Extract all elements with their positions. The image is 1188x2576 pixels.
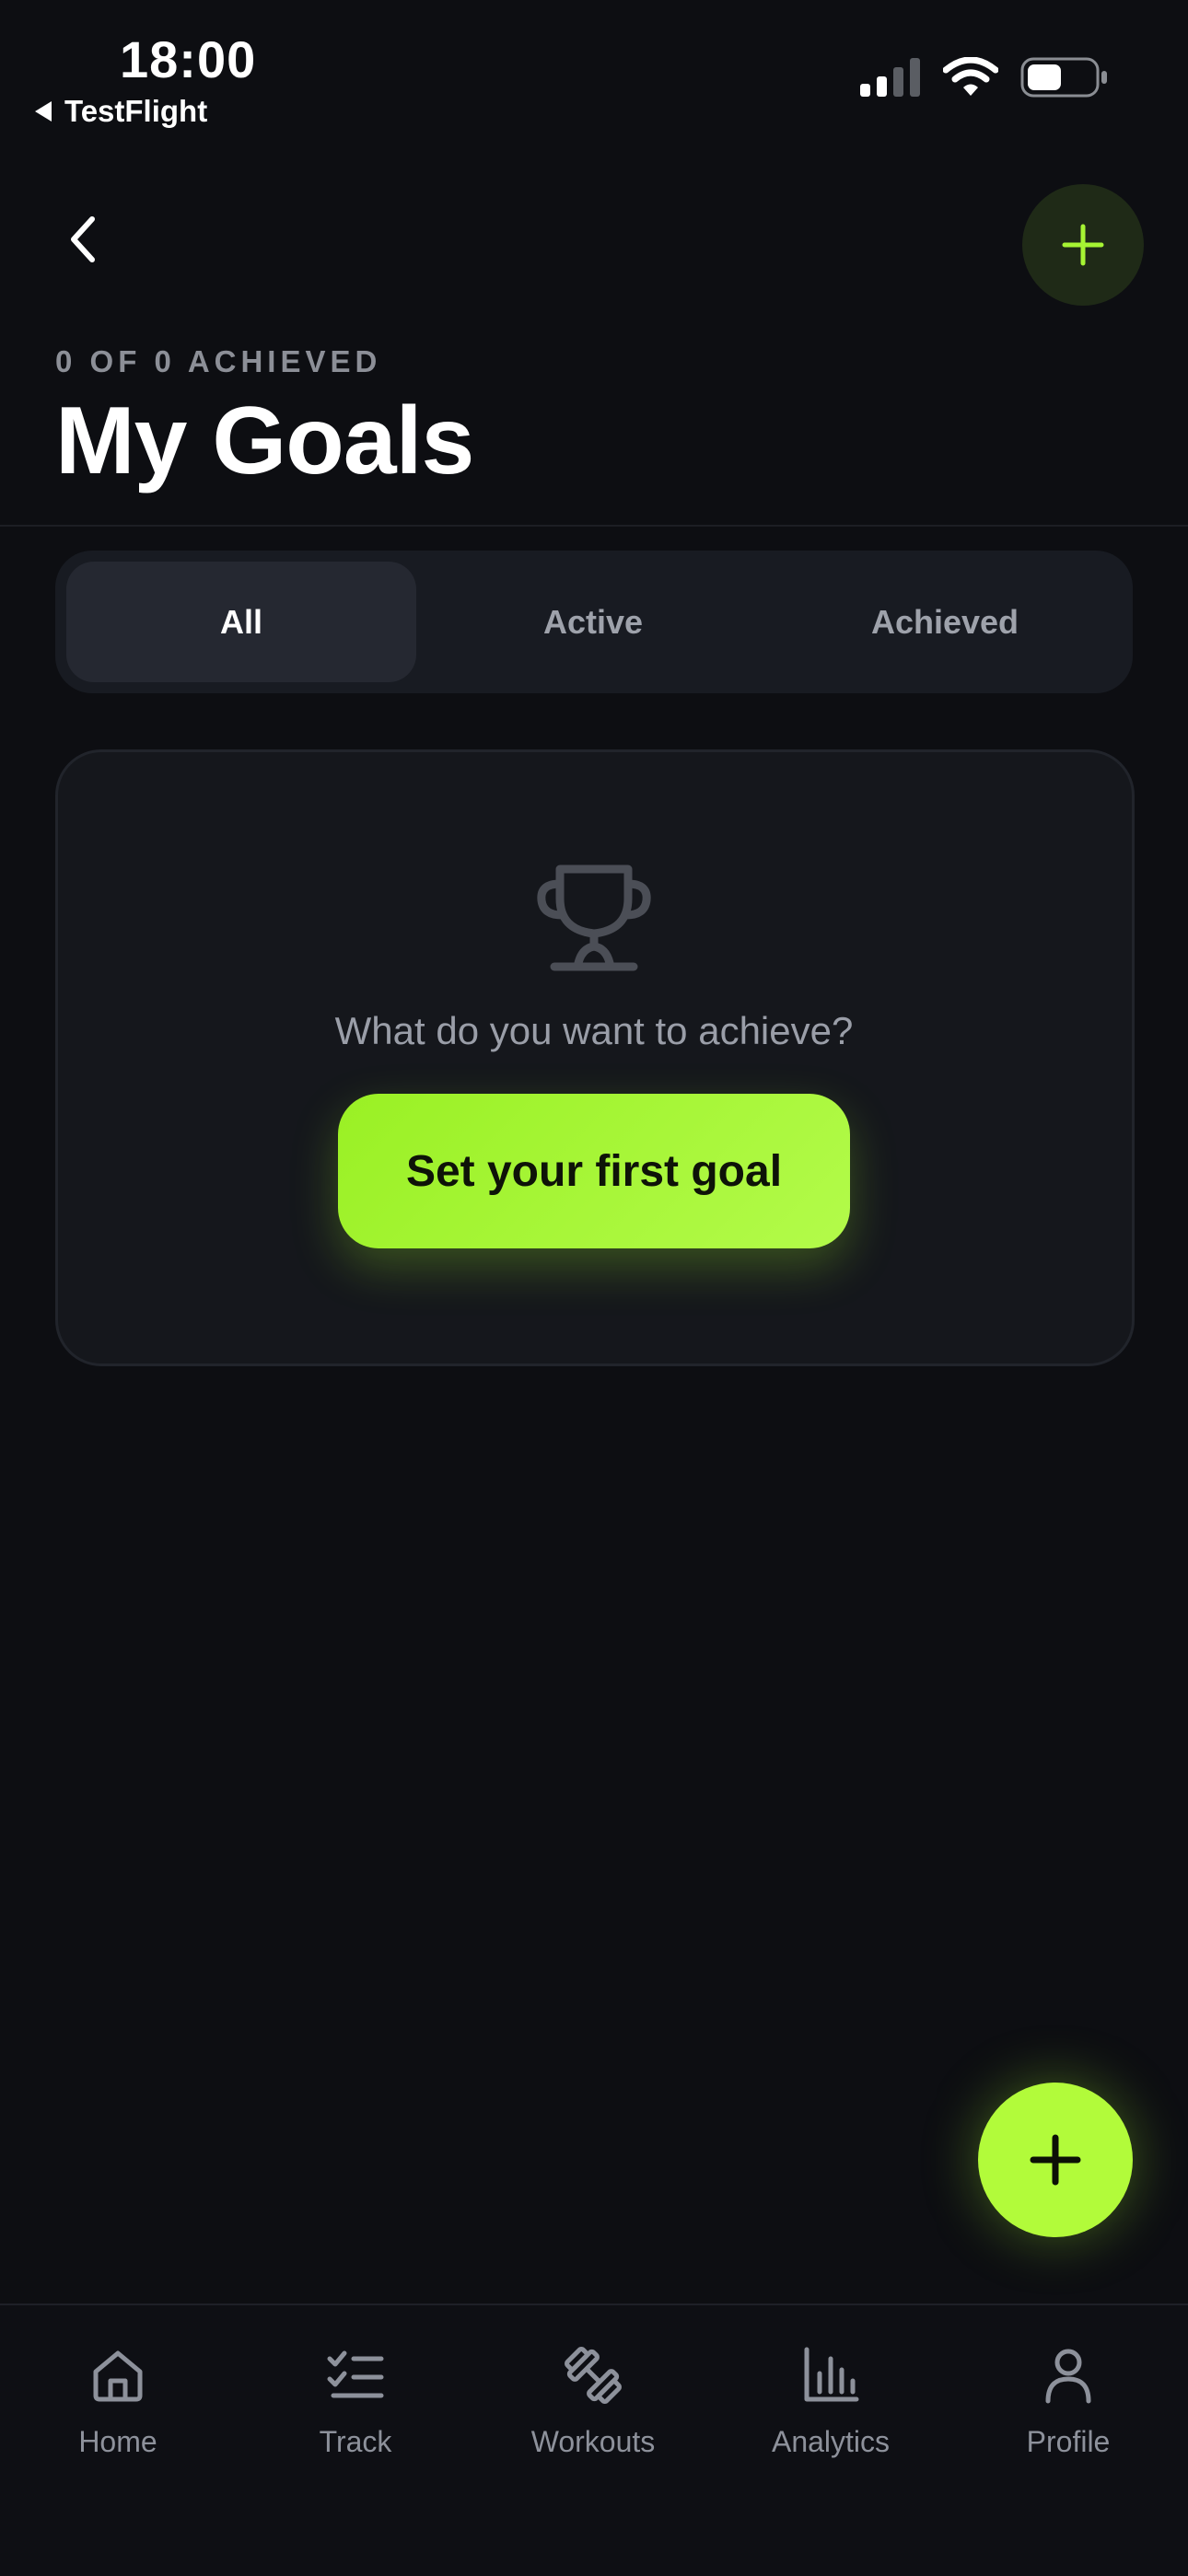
goal-filter-segmented-control: All Active Achieved xyxy=(55,551,1133,693)
tab-bar-item-profile[interactable]: Profile xyxy=(967,2342,1170,2459)
battery-icon xyxy=(1020,57,1107,98)
tab-bar-label-profile: Profile xyxy=(1026,2425,1111,2458)
tab-bar-label-track: Track xyxy=(319,2425,392,2458)
empty-state-message: What do you want to achieve? xyxy=(334,1009,854,1052)
tab-achieved[interactable]: Achieved xyxy=(770,562,1120,682)
back-app-label: TestFlight xyxy=(64,94,208,128)
tab-bar-item-home[interactable]: Home xyxy=(17,2342,219,2459)
tab-active[interactable]: Active xyxy=(418,562,768,682)
tab-bar-item-workouts[interactable]: Workouts xyxy=(492,2342,694,2459)
tab-bar-item-track[interactable]: Track xyxy=(254,2342,457,2459)
add-goal-header-button[interactable] xyxy=(1022,184,1144,306)
page-title: My Goals xyxy=(55,388,474,494)
add-goal-fab[interactable] xyxy=(978,2083,1133,2237)
wifi-icon xyxy=(943,57,998,96)
trophy-icon xyxy=(537,864,651,971)
back-to-app-link[interactable]: TestFlight xyxy=(35,94,207,129)
cellular-signal-icon xyxy=(860,58,920,97)
status-time: 18:00 xyxy=(120,30,257,88)
goals-progress-subtitle: 0 OF 0 ACHIEVED xyxy=(55,344,382,378)
tab-bar-label-home: Home xyxy=(78,2425,157,2458)
bar-chart-icon xyxy=(804,2347,859,2402)
chevron-left-icon xyxy=(71,216,95,262)
tab-bar-label-analytics: Analytics xyxy=(771,2425,891,2458)
dumbbell-icon xyxy=(565,2347,622,2404)
bottom-tab-bar: Home Track Workouts Analytics Profile xyxy=(0,2303,1188,2576)
status-icons xyxy=(860,57,1109,98)
plus-icon xyxy=(1030,2134,1081,2186)
plus-icon xyxy=(1062,224,1104,266)
checklist-icon xyxy=(327,2350,384,2398)
person-icon xyxy=(1045,2349,1091,2404)
header-divider xyxy=(0,525,1188,527)
tab-bar-item-analytics[interactable]: Analytics xyxy=(729,2342,932,2459)
tab-all[interactable]: All xyxy=(66,562,416,682)
empty-goals-card xyxy=(55,749,1135,1366)
back-triangle-icon xyxy=(35,101,52,122)
back-button[interactable] xyxy=(55,212,111,267)
home-icon xyxy=(93,2350,143,2402)
tab-bar-label-workouts: Workouts xyxy=(530,2425,656,2458)
set-first-goal-button[interactable]: Set your first goal xyxy=(338,1094,850,1248)
